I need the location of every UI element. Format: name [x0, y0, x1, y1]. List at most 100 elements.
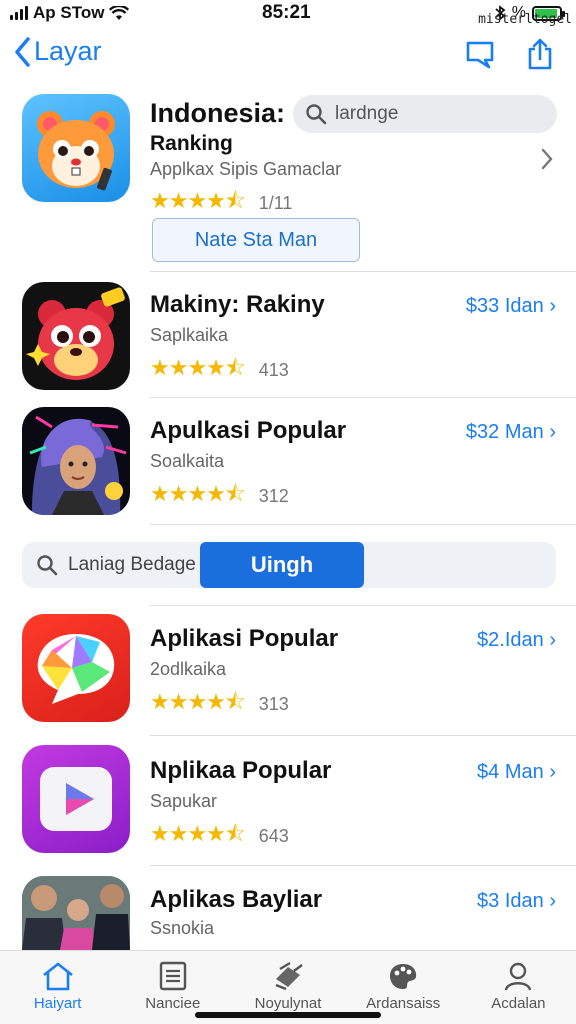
featured-app-icon[interactable]: [22, 94, 130, 202]
featured-rating: ★★★★⯪ 1/11: [150, 184, 292, 222]
star-rating: ★★★★⯪: [150, 689, 246, 714]
app-subtitle: 2odlkaika: [150, 659, 227, 679]
rating-count: 313: [258, 693, 289, 714]
app-price[interactable]: $32 Man ›: [466, 421, 556, 444]
app-subtitle: Saplkaika: [150, 325, 229, 345]
search-icon: [37, 555, 58, 576]
app-rating: ★★★★⯪ 643: [150, 817, 289, 855]
app-price[interactable]: $33 Idan ›: [466, 295, 556, 318]
rating-count: 413: [258, 359, 289, 380]
chevron-right-icon[interactable]: [540, 148, 554, 170]
chat-bubble-colorful-icon: [37, 634, 115, 704]
app-subtitle: Ssnokia: [150, 918, 215, 938]
mid-search-text: Laniag Bedage: [68, 554, 196, 575]
chevron-right-icon: ›: [549, 629, 556, 651]
divider: [150, 865, 576, 866]
divider: [150, 397, 576, 398]
tab-home[interactable]: Haiyart: [0, 951, 115, 1024]
status-bar: Ap STow 85:21 % misterltogel: [0, 0, 576, 28]
app-subtitle: Soalkaita: [150, 451, 225, 471]
app-icon: [22, 407, 130, 515]
app-price[interactable]: $4 Man ›: [477, 761, 556, 784]
app-icon: [22, 282, 130, 390]
divider: [150, 605, 576, 606]
app-icon: [22, 614, 130, 722]
home-icon: [42, 962, 73, 991]
featured-search-field[interactable]: lardnge: [293, 95, 557, 133]
share-icon[interactable]: [526, 38, 554, 70]
tab-profile[interactable]: Acdalan: [461, 951, 576, 1024]
chevron-right-icon: ›: [549, 421, 556, 443]
app-icon: [22, 876, 130, 950]
rating-count: 643: [258, 825, 289, 846]
stack-icon: [275, 961, 303, 991]
tab-label: Ardansaiss: [366, 995, 441, 1012]
signal-icon: [10, 6, 28, 20]
home-indicator[interactable]: [195, 1012, 381, 1018]
price-label: $2.Idan: [477, 629, 544, 651]
status-left: Ap STow: [10, 3, 130, 23]
price-label: $32 Man: [465, 421, 544, 443]
chat-bubble-icon[interactable]: [464, 38, 496, 70]
list-item[interactable]: Makiny: Rakiny Saplkaika ★★★★⯪ 413 $33 I…: [0, 281, 576, 398]
chevron-right-icon: ›: [549, 295, 556, 317]
avatar-art-icon: [29, 415, 127, 515]
list-icon: [159, 961, 186, 991]
nav-actions: [464, 38, 554, 70]
price-label: $4 Man: [477, 761, 544, 783]
featured-action-button[interactable]: Nate Sta Man: [152, 218, 360, 262]
app-title: Aplikas Bayliar: [150, 886, 323, 913]
app-rating: ★★★★⯪ 313: [150, 685, 289, 723]
chevron-right-icon: ›: [549, 761, 556, 783]
app-title: Aplikasi Popular: [150, 625, 339, 652]
tab-label: Nanciee: [145, 995, 201, 1012]
divider: [150, 735, 576, 736]
rating-count: 1/11: [258, 192, 293, 213]
list-item[interactable]: Nplikaa Popular Sapukar ★★★★⯪ 643 $4 Man…: [0, 745, 576, 866]
play-icon: [40, 767, 112, 831]
watermark: misterltogel: [478, 12, 572, 27]
chevron-right-icon: ›: [549, 890, 556, 912]
list-item[interactable]: Apulkasi Popular Soalkaita ★★★★⯪ 312 $32…: [0, 407, 576, 523]
divider: [150, 524, 576, 525]
nav-bar: Layar: [0, 30, 576, 80]
person-icon: [505, 962, 532, 991]
app-price[interactable]: $3 Idan ›: [477, 890, 556, 913]
list-item[interactable]: Aplikas Bayliar Ssnokia $3 Idan ›: [0, 876, 576, 950]
star-rating: ★★★★⯪: [150, 355, 246, 380]
featured-description: Applkax Sipis Gamaclar: [150, 159, 342, 179]
tab-label: Noyulynat: [254, 995, 322, 1012]
price-label: $33 Idan: [465, 295, 544, 317]
mid-search-field[interactable]: Laniag Bedage: [36, 542, 196, 588]
featured-title: Indonesia:: [150, 98, 286, 128]
app-icon: [22, 745, 130, 853]
carrier-label: Ap STow: [33, 3, 105, 22]
mid-search-button[interactable]: Uingh: [200, 542, 364, 588]
app-price[interactable]: $2.Idan ›: [477, 629, 556, 652]
app-title: Nplikaa Popular: [150, 757, 332, 784]
star-rating: ★★★★⯪: [150, 481, 246, 506]
app-title: Apulkasi Popular: [150, 417, 347, 444]
app-title: Makiny: Rakiny: [150, 291, 325, 318]
status-time: 85:21: [262, 2, 311, 23]
rating-count: 312: [258, 485, 289, 506]
app-rating: ★★★★⯪ 413: [150, 351, 289, 389]
back-button[interactable]: Layar: [14, 36, 102, 67]
star-rating: ★★★★⯪: [150, 188, 246, 213]
featured-search-placeholder: lardnge: [335, 103, 399, 124]
star-rating: ★★★★⯪: [150, 821, 246, 846]
tab-label: Haiyart: [33, 995, 82, 1012]
people-photo-icon: [22, 876, 130, 950]
app-subtitle: Sapukar: [150, 791, 218, 811]
app-rating: ★★★★⯪ 312: [150, 477, 289, 515]
red-bear-icon: [26, 287, 125, 380]
back-label: Layar: [34, 36, 102, 66]
featured-subtitle: Ranking: [150, 132, 233, 155]
hamster-mascot-icon: [37, 111, 115, 191]
tab-label: Acdalan: [491, 995, 546, 1012]
chevron-left-icon: [15, 36, 30, 67]
tab-bar: Haiyart Nanciee Noyulynat Ardansaiss Acd…: [0, 950, 576, 1024]
price-label: $3 Idan: [477, 890, 544, 912]
list-item[interactable]: Aplikasi Popular 2odlkaika ★★★★⯪ 313 $2.…: [0, 613, 576, 736]
divider: [150, 271, 576, 272]
